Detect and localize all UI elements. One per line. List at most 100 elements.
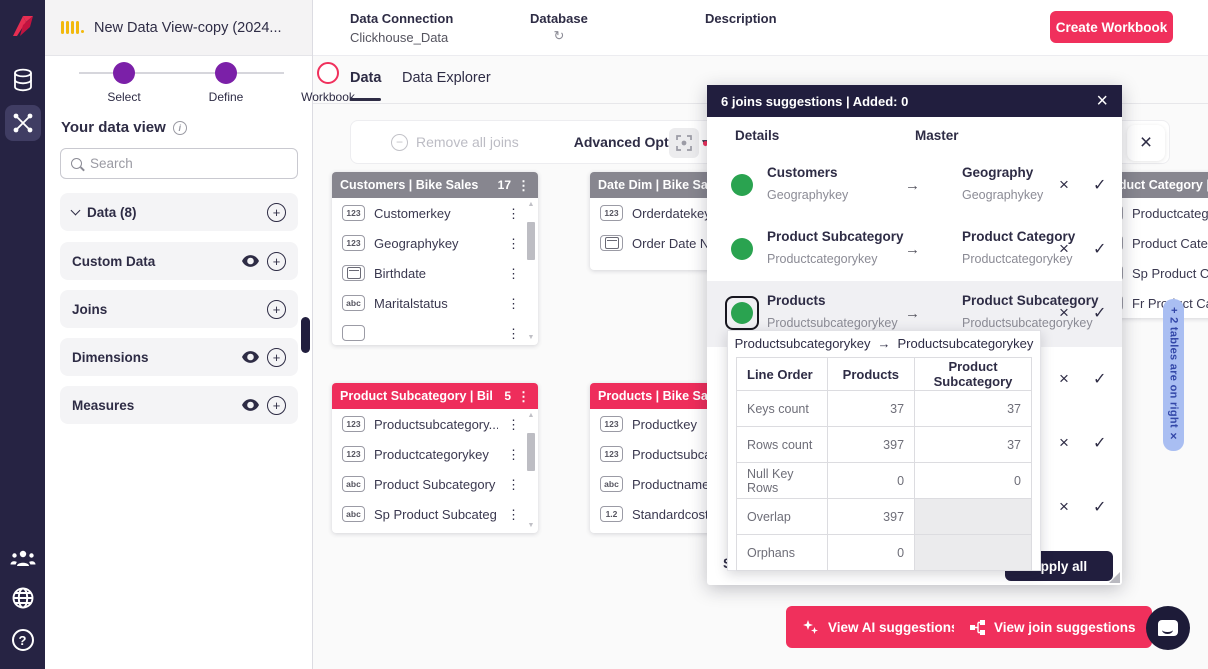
reject-join-icon[interactable]: × xyxy=(1059,175,1069,195)
rail-item-joins-active[interactable] xyxy=(5,105,41,141)
stepper-select-dot[interactable] xyxy=(113,62,135,84)
modal-close-icon[interactable]: × xyxy=(1096,91,1108,111)
field-row[interactable]: 123 Customerkey ⋮ xyxy=(332,198,538,228)
scroll-down-icon[interactable]: ▼ xyxy=(528,521,535,531)
field-row[interactable]: 123 Productcategorykey ⋮ xyxy=(332,439,538,469)
field-row[interactable]: 123 Productsubcategory... ⋮ xyxy=(332,409,538,439)
card-scrollbar[interactable]: ▲ ▼ xyxy=(525,200,537,343)
add-join-icon[interactable]: + xyxy=(267,300,286,319)
accept-join-icon[interactable]: ✓ xyxy=(1093,433,1106,453)
card-header[interactable]: Product Subcategory | Bik... 5 ⋮ xyxy=(332,383,538,409)
scroll-thumb[interactable] xyxy=(527,222,535,260)
tab-data[interactable]: Data xyxy=(350,70,381,86)
tab-data-explorer[interactable]: Data Explorer xyxy=(402,70,491,86)
field-row[interactable]: Birthdate ⋮ xyxy=(332,258,538,288)
accept-join-icon[interactable]: ✓ xyxy=(1093,175,1106,195)
join-suggestion-row[interactable]: Customers Geographykey → Geography Geogr… xyxy=(707,153,1122,217)
database-block: Database ↻ xyxy=(530,11,588,44)
card-body: 123 Productsubcategory... ⋮ 123 Productc… xyxy=(332,409,538,533)
fit-view-button[interactable] xyxy=(669,128,699,158)
add-data-icon[interactable]: + xyxy=(267,203,286,222)
stepper-line xyxy=(79,72,284,74)
eye-icon[interactable] xyxy=(242,399,259,411)
search-input[interactable] xyxy=(90,156,260,171)
view-ai-suggestions-button[interactable]: View AI suggestions xyxy=(786,606,975,648)
join-suggestion-row[interactable]: Product Subcategory Productcategorykey →… xyxy=(707,217,1122,281)
field-menu-icon[interactable]: ⋮ xyxy=(507,207,520,220)
sidebar-resize-handle[interactable] xyxy=(301,317,310,353)
card-title: Product Subcategory | Bik... xyxy=(340,389,492,403)
refresh-icon[interactable]: ↻ xyxy=(530,28,588,44)
minus-circle-icon: − xyxy=(391,134,408,151)
database-icon xyxy=(12,68,34,92)
sidebar-group-custom-data[interactable]: Custom Data + xyxy=(60,242,298,280)
sidebar-group-data[interactable]: Data (8) + xyxy=(60,193,298,231)
reject-join-icon[interactable]: × xyxy=(1059,497,1069,517)
rail-item-language[interactable] xyxy=(0,585,45,611)
accept-join-icon[interactable]: ✓ xyxy=(1093,303,1106,323)
app-logo[interactable] xyxy=(0,10,45,42)
remove-all-joins-label: Remove all joins xyxy=(416,134,519,150)
add-custom-data-icon[interactable]: + xyxy=(267,252,286,271)
stepper-workbook-dot[interactable] xyxy=(317,62,339,84)
info-icon[interactable]: i xyxy=(173,121,187,135)
eye-icon[interactable] xyxy=(242,351,259,363)
field-menu-icon[interactable]: ⋮ xyxy=(507,237,520,250)
accept-join-icon[interactable]: ✓ xyxy=(1093,497,1106,517)
field-menu-icon[interactable]: ⋮ xyxy=(507,418,520,431)
field-row[interactable]: abc Sp Product Subcateg... ⋮ xyxy=(332,499,538,529)
add-measure-icon[interactable]: + xyxy=(267,396,286,415)
reject-join-icon[interactable]: × xyxy=(1059,303,1069,323)
scroll-up-icon[interactable]: ▲ xyxy=(528,200,535,210)
rail-item-help[interactable]: ? xyxy=(0,627,45,653)
card-menu-icon[interactable]: ⋮ xyxy=(517,390,530,403)
field-row[interactable]: abc Maritalstatus ⋮ xyxy=(332,288,538,318)
reject-join-icon[interactable]: × xyxy=(1059,239,1069,259)
accept-join-icon[interactable]: ✓ xyxy=(1093,369,1106,389)
field-row-partial[interactable] xyxy=(332,529,538,533)
scroll-up-icon[interactable]: ▲ xyxy=(528,411,535,421)
field-row[interactable]: 123 Geographykey ⋮ xyxy=(332,228,538,258)
details-column-label: Details xyxy=(735,128,779,143)
description-block: Description xyxy=(705,11,777,26)
field-row[interactable]: abc Product Subcategory ⋮ xyxy=(332,469,538,499)
field-name: Productsubcategory... xyxy=(374,417,498,432)
modal-header[interactable]: 6 joins suggestions | Added: 0 × xyxy=(707,85,1122,117)
create-workbook-button[interactable]: Create Workbook xyxy=(1050,11,1173,43)
scroll-thumb[interactable] xyxy=(527,433,535,471)
field-menu-icon[interactable]: ⋮ xyxy=(507,478,520,491)
rail-item-users[interactable] xyxy=(0,546,45,570)
rail-item-data[interactable] xyxy=(0,66,45,94)
field-menu-icon[interactable]: ⋮ xyxy=(507,327,520,340)
chat-fab[interactable] xyxy=(1146,606,1190,650)
chevron-down-icon[interactable] xyxy=(71,206,81,216)
modal-resize-handle[interactable] xyxy=(1109,572,1120,583)
scroll-down-icon[interactable]: ▼ xyxy=(528,333,535,343)
field-menu-icon[interactable]: ⋮ xyxy=(507,297,520,310)
sidebar-group-dimensions[interactable]: Dimensions + xyxy=(60,338,298,376)
help-icon: ? xyxy=(12,629,34,651)
eye-icon[interactable] xyxy=(242,255,259,267)
field-menu-icon[interactable]: ⋮ xyxy=(507,508,520,521)
close-join-view-button[interactable]: × xyxy=(1127,125,1165,161)
group-label: Custom Data xyxy=(72,254,155,269)
stats-header-row: Line Order Products Product Subcategory xyxy=(737,358,1032,391)
field-row-partial[interactable]: ⋮ xyxy=(332,318,538,345)
card-menu-icon[interactable]: ⋮ xyxy=(517,179,530,192)
card-scrollbar[interactable]: ▲ ▼ xyxy=(525,411,537,531)
view-join-suggestions-button[interactable]: View join suggestions xyxy=(954,606,1152,648)
stepper-define-dot[interactable] xyxy=(215,62,237,84)
add-dimension-icon[interactable]: + xyxy=(267,348,286,367)
sidebar-group-joins[interactable]: Joins + xyxy=(60,290,298,328)
field-menu-icon[interactable]: ⋮ xyxy=(507,448,520,461)
dataview-icon xyxy=(61,21,84,34)
sidebar-group-measures[interactable]: Measures + xyxy=(60,386,298,424)
remove-all-joins-button[interactable]: − Remove all joins xyxy=(391,134,519,151)
text-type-icon: abc xyxy=(342,476,365,492)
reject-join-icon[interactable]: × xyxy=(1059,433,1069,453)
card-header[interactable]: Customers | Bike Sales 17 ⋮ xyxy=(332,172,538,198)
field-menu-icon[interactable]: ⋮ xyxy=(507,267,520,280)
accept-join-icon[interactable]: ✓ xyxy=(1093,239,1106,259)
reject-join-icon[interactable]: × xyxy=(1059,369,1069,389)
badge-close-icon[interactable]: × xyxy=(1170,429,1177,443)
